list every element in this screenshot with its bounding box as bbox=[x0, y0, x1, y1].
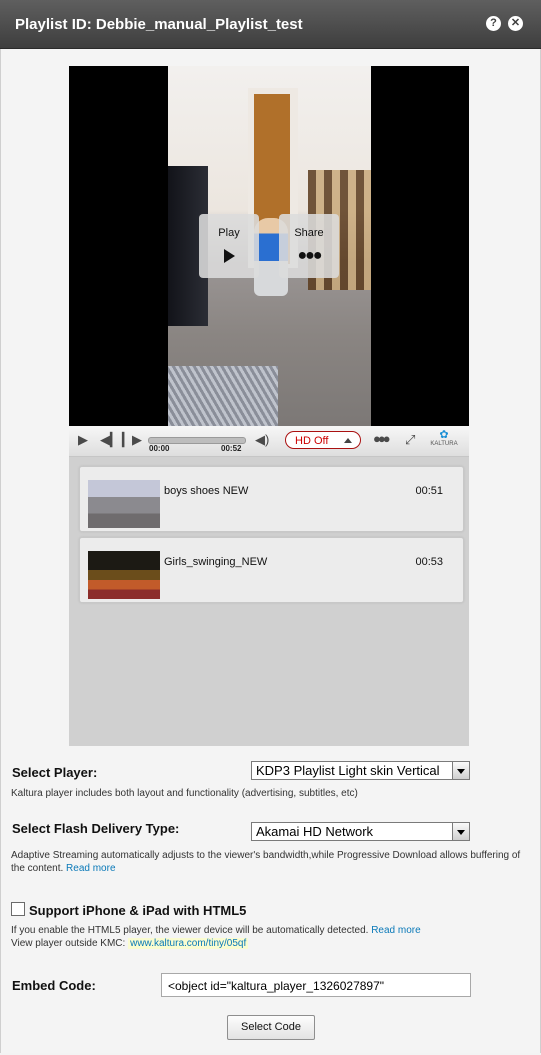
delivery-help-text: Adaptive Streaming automatically adjusts… bbox=[11, 849, 531, 875]
player-help-text: Kaltura player includes both layout and … bbox=[11, 788, 358, 799]
question-icon[interactable]: ? bbox=[486, 16, 501, 31]
playlist-item[interactable]: boys shoes NEW 00:51 bbox=[79, 466, 464, 532]
kaltura-logo[interactable]: ✿ KALTURA bbox=[427, 429, 461, 448]
share-icon[interactable]: ●●● bbox=[373, 431, 390, 446]
player-controls: ▶ ◀▎ ▎▶ 00:00 00:52 ◀) HD Off ●●● ⤢ ✿ KA… bbox=[69, 426, 469, 457]
playlist-thumbnail bbox=[88, 551, 160, 599]
total-time: 00:52 bbox=[221, 444, 242, 453]
outside-kmc-link[interactable]: www.kaltura.com/tiny/05qf bbox=[128, 938, 249, 949]
select-code-button[interactable]: Select Code bbox=[227, 1015, 315, 1040]
fullscreen-icon[interactable]: ⤢ bbox=[405, 432, 415, 448]
close-icon[interactable]: ✕ bbox=[508, 16, 523, 31]
html5-checkbox[interactable] bbox=[11, 902, 25, 916]
overlay-play-label: Play bbox=[218, 227, 240, 239]
playlist-item-title: boys shoes NEW bbox=[164, 485, 249, 497]
outside-kmc-label: View player outside KMC: bbox=[11, 938, 126, 949]
chevron-up-icon bbox=[344, 438, 352, 443]
hd-toggle[interactable]: HD Off bbox=[285, 431, 361, 449]
video-area[interactable]: Play Share ●●● bbox=[69, 66, 469, 426]
scrubber[interactable] bbox=[148, 437, 246, 444]
volume-icon[interactable]: ◀) bbox=[255, 432, 269, 448]
player-select[interactable]: KDP3 Playlist Light skin Vertical bbox=[251, 761, 470, 780]
share-icon: ●●● bbox=[297, 247, 323, 264]
delivery-type-label: Select Flash Delivery Type: bbox=[12, 821, 180, 836]
title-bar: Playlist ID: Debbie_manual_Playlist_test… bbox=[0, 0, 541, 49]
kaltura-logo-text: KALTURA bbox=[430, 441, 458, 447]
delivery-read-more-link[interactable]: Read more bbox=[66, 863, 115, 874]
html5-label: Support iPhone & iPad with HTML5 bbox=[29, 903, 247, 918]
play-icon[interactable]: ▶ bbox=[78, 432, 88, 448]
embed-code-textarea[interactable]: <object id="kaltura_player_1326027897" bbox=[161, 973, 471, 997]
previous-icon[interactable]: ◀▎ bbox=[100, 432, 120, 448]
embed-code-label: Embed Code: bbox=[12, 978, 96, 993]
overlay-play-button[interactable]: Play bbox=[199, 214, 259, 278]
next-icon[interactable]: ▎▶ bbox=[122, 432, 142, 448]
chevron-down-icon[interactable] bbox=[452, 762, 469, 779]
playlist-item-duration: 00:51 bbox=[415, 485, 443, 497]
window-title: Playlist ID: Debbie_manual_Playlist_test bbox=[15, 16, 303, 33]
html5-read-more-link[interactable]: Read more bbox=[371, 925, 420, 936]
playlist-thumbnail bbox=[88, 480, 160, 528]
playlist-item[interactable]: Girls_swinging_NEW 00:53 bbox=[79, 537, 464, 603]
hd-label: HD Off bbox=[295, 435, 329, 447]
html5-help-body: If you enable the HTML5 player, the view… bbox=[11, 925, 369, 936]
playlist-item-duration: 00:53 bbox=[415, 556, 443, 568]
overlay-share-label: Share bbox=[294, 227, 324, 239]
chevron-down-icon[interactable] bbox=[452, 823, 469, 840]
rug bbox=[168, 366, 278, 426]
outside-kmc-line: View player outside KMC: www.kaltura.com… bbox=[11, 937, 249, 950]
overlay-share-button[interactable]: Share ●●● bbox=[279, 214, 339, 278]
play-icon bbox=[223, 249, 235, 263]
playlist-item-title: Girls_swinging_NEW bbox=[164, 556, 268, 568]
delivery-select-value: Akamai HD Network bbox=[256, 824, 374, 839]
kaltura-logo-icon: ✿ bbox=[439, 429, 449, 441]
current-time: 00:00 bbox=[149, 444, 170, 453]
html5-help-text: If you enable the HTML5 player, the view… bbox=[11, 924, 421, 937]
player-select-value: KDP3 Playlist Light skin Vertical bbox=[256, 763, 440, 778]
delivery-type-select[interactable]: Akamai HD Network bbox=[251, 822, 470, 841]
select-player-label: Select Player: bbox=[12, 765, 98, 780]
